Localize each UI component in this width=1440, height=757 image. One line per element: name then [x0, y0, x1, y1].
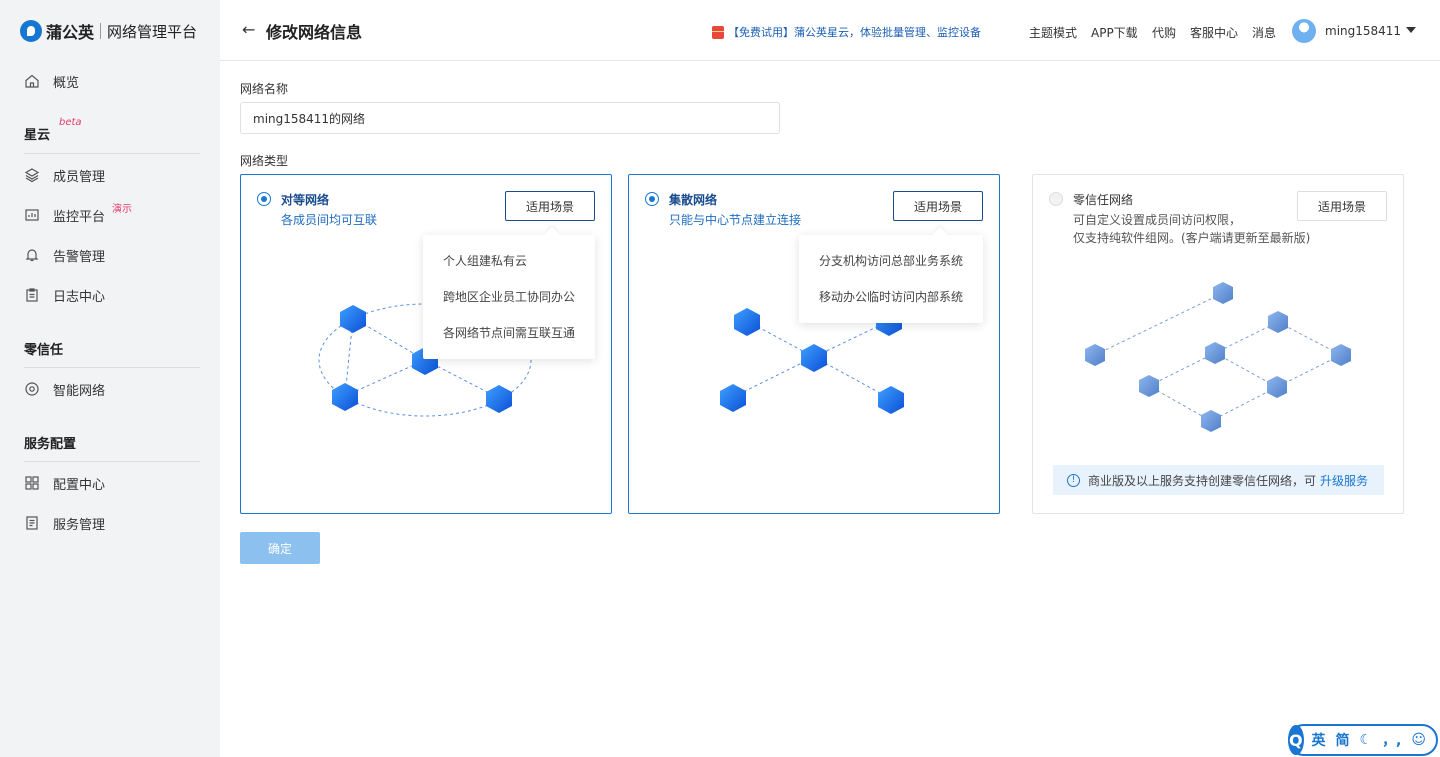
smile-icon[interactable]: ☺ [1411, 732, 1426, 748]
sidebar-item-smart-network[interactable]: 智能网络 [24, 378, 105, 400]
hub-network-illustration [720, 308, 904, 414]
divider [24, 461, 200, 462]
gift-icon [712, 25, 724, 39]
network-name-label: 网络名称 [240, 82, 289, 96]
zero-trust-illustration [1085, 282, 1351, 432]
username[interactable]: ming158411 [1325, 24, 1401, 38]
sidebar-group-title: 服务配置 [24, 437, 77, 452]
notice-text: 商业版及以上服务支持创建零信任网络，可 [1088, 473, 1317, 488]
clipboard-icon [24, 287, 40, 303]
bell-icon [24, 247, 40, 263]
scene-item: 跨地区企业员工协同办公 [443, 290, 576, 304]
avatar[interactable] [1292, 19, 1316, 43]
sidebar-item-label: 监控平台 [53, 209, 106, 225]
scene-item: 移动办公临时访问内部系统 [819, 290, 964, 304]
sidebar-item-label: 智能网络 [53, 383, 106, 399]
network-name-input[interactable] [240, 102, 780, 134]
home-icon [24, 73, 40, 89]
scene-item: 各网络节点间需互联互通 [443, 326, 576, 340]
confirm-button[interactable]: 确定 [240, 532, 320, 564]
sidebar-item-label: 成员管理 [53, 169, 106, 185]
sidebar-item-members[interactable]: 成员管理 [24, 164, 105, 186]
network-type-card-hub[interactable]: 集散网络 只能与中心节点建立连接 适用场景 分支机构访问总部业务系统 移动办公临… [628, 174, 1000, 514]
upgrade-notice: ! 商业版及以上服务支持创建零信任网络，可 升级服务 [1053, 465, 1384, 495]
sidebar-item-label: 配置中心 [53, 477, 106, 493]
sidebar-item-label: 日志中心 [53, 289, 106, 305]
sidebar-item-label: 告警管理 [53, 249, 106, 265]
messages-link[interactable]: 消息 [1252, 24, 1276, 41]
back-arrow-icon[interactable]: ← [242, 20, 255, 39]
page-title: 修改网络信息 [266, 23, 363, 42]
sidebar-item-services[interactable]: 服务管理 [24, 512, 105, 534]
sidebar: 蒲公英 网络管理平台 概览 星云 beta 成员管理 监控平台 演示 告警管理 … [0, 0, 220, 757]
demo-badge: 演示 [112, 204, 132, 215]
chart-icon [24, 207, 40, 223]
sidebar-item-logs[interactable]: 日志中心 [24, 284, 105, 306]
info-icon: ! [1067, 473, 1080, 487]
sidebar-item-overview[interactable]: 概览 [24, 70, 79, 92]
document-icon [24, 515, 40, 531]
punctuation-icon[interactable]: ，, [1382, 730, 1401, 750]
sidebar-group-title: 星云 [24, 128, 51, 143]
toolbar-item[interactable]: 简 [1336, 730, 1350, 750]
logo-divider [100, 23, 102, 39]
assistant-icon[interactable]: Q [1288, 725, 1304, 755]
brand-name: 蒲公英 [46, 23, 95, 42]
network-type-card-zero-trust: 零信任网络 可自定义设置成员间访问权限， 仅支持纯软件组网。(客户端请更新至最新… [1032, 174, 1404, 514]
sidebar-group-title: 零信任 [24, 343, 64, 358]
sidebar-item-monitor[interactable]: 监控平台 [24, 204, 105, 226]
network-type-label: 网络类型 [240, 154, 289, 168]
scene-item: 分支机构访问总部业务系统 [819, 254, 964, 268]
app-download-link[interactable]: APP下载 [1091, 24, 1138, 41]
network-type-card-peer[interactable]: 对等网络 各成员间均可互联 适用场景 个人组建私有云 跨地区企业员工协同办公 各… [240, 174, 612, 514]
support-link[interactable]: 客服中心 [1190, 24, 1238, 41]
logo[interactable]: 蒲公英 网络管理平台 [20, 18, 197, 44]
promo-banner[interactable]: 【免费试用】蒲公英星云，体验批量管理、监控设备 [712, 24, 981, 40]
layers-icon [24, 167, 40, 183]
platform-name: 网络管理平台 [107, 22, 198, 41]
toolbar-item[interactable]: 英 [1312, 730, 1326, 750]
divider [24, 367, 200, 368]
scenes-popover: 分支机构访问总部业务系统 移动办公临时访问内部系统 [799, 235, 983, 323]
scene-item: 个人组建私有云 [443, 254, 528, 268]
floating-toolbar[interactable]: Q 英 简 ☾ ，, ☺ [1288, 724, 1438, 756]
beta-badge: beta [59, 117, 82, 128]
top-bar: ← 修改网络信息 【免费试用】蒲公英星云，体验批量管理、监控设备 主题模式 AP… [220, 0, 1440, 61]
moon-icon[interactable]: ☾ [1360, 732, 1373, 748]
theme-link[interactable]: 主题模式 [1029, 24, 1077, 41]
network-icon [24, 381, 40, 397]
promo-text: 【免费试用】蒲公英星云，体验批量管理、监控设备 [728, 26, 981, 39]
purchase-link[interactable]: 代购 [1152, 24, 1176, 41]
sidebar-item-label: 概览 [53, 75, 80, 91]
divider [24, 153, 200, 154]
sidebar-item-config[interactable]: 配置中心 [24, 472, 105, 494]
upgrade-link[interactable]: 升级服务 [1320, 472, 1368, 489]
scenes-popover: 个人组建私有云 跨地区企业员工协同办公 各网络节点间需互联互通 [423, 235, 595, 359]
sidebar-item-label: 服务管理 [53, 517, 106, 533]
sidebar-item-alerts[interactable]: 告警管理 [24, 244, 105, 266]
grid-icon [24, 475, 40, 491]
logo-icon [20, 20, 42, 42]
chevron-down-icon[interactable] [1406, 27, 1416, 33]
